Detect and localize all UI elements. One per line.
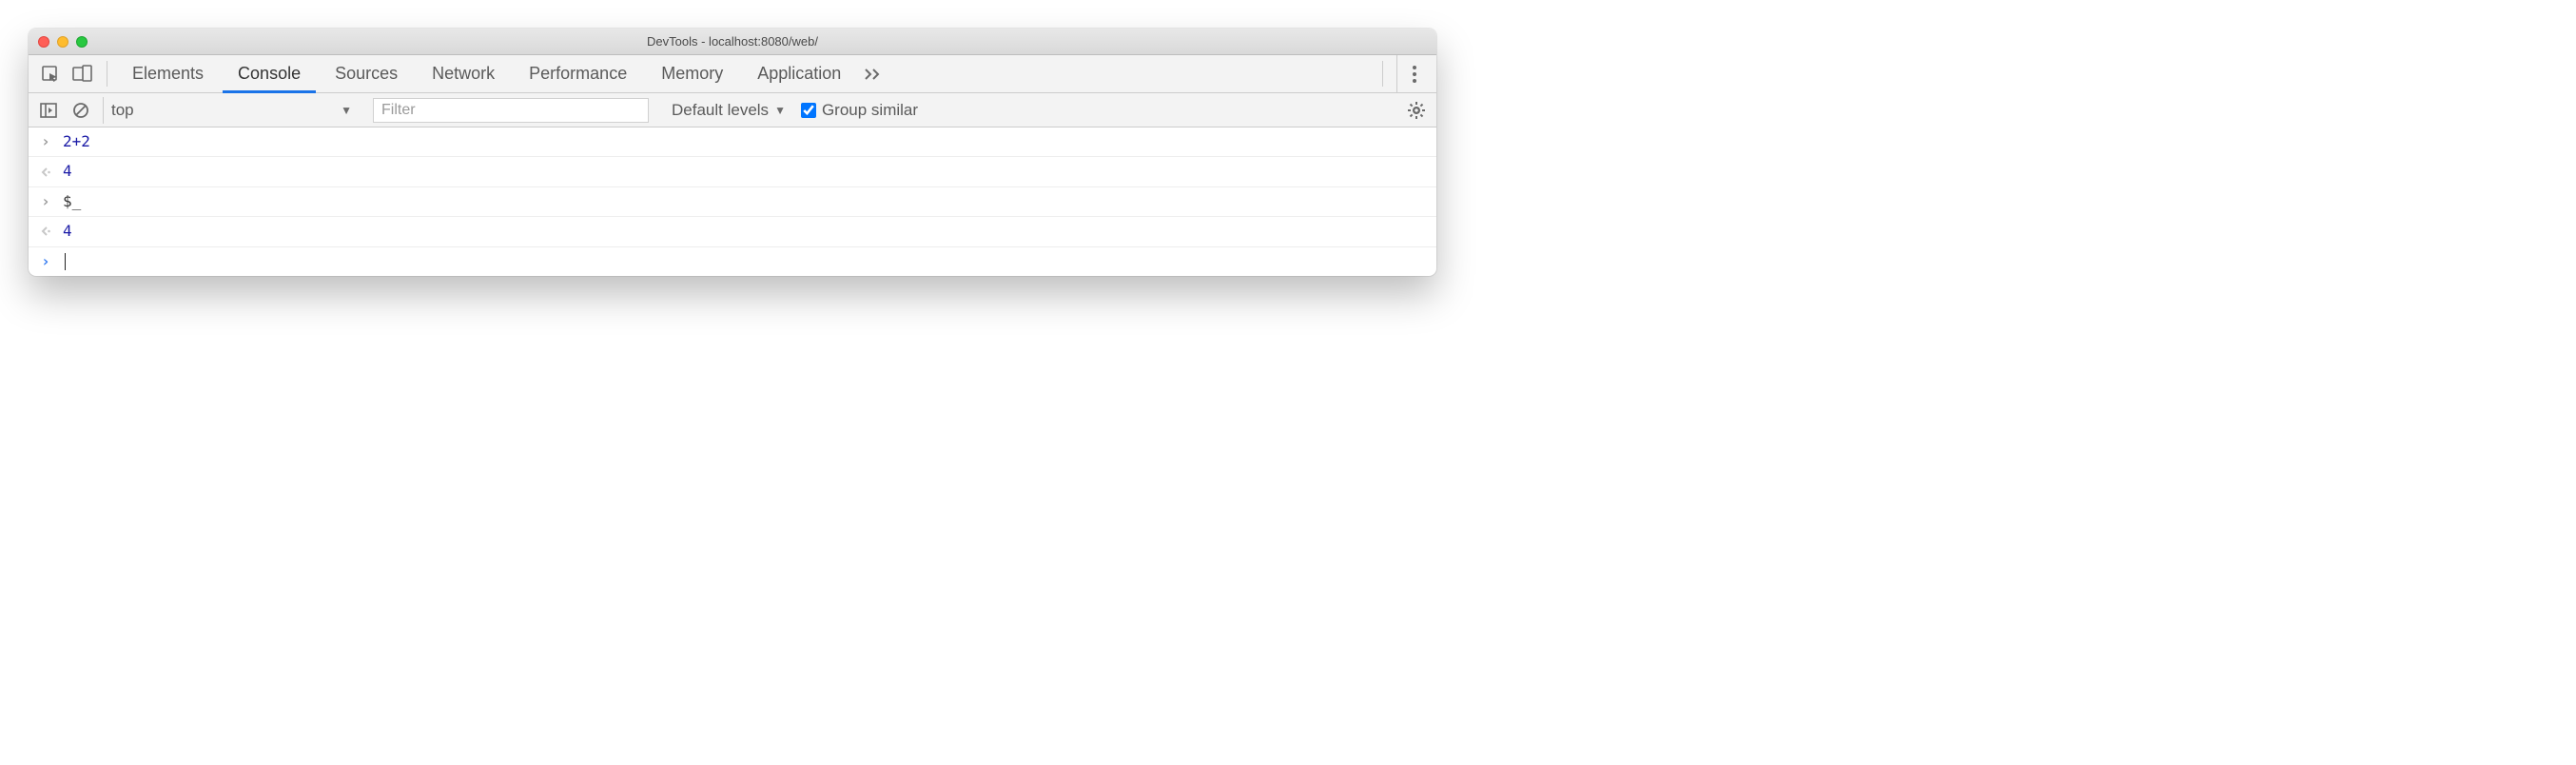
tab-memory[interactable]: Memory	[644, 55, 740, 92]
console-row-content[interactable]	[55, 251, 66, 272]
console-row-prompt: ›	[29, 247, 1436, 276]
tabs-overflow-icon[interactable]	[858, 55, 892, 92]
toggle-console-sidebar-icon[interactable]	[34, 96, 63, 125]
tab-performance[interactable]: Performance	[512, 55, 644, 92]
window-controls	[29, 36, 88, 48]
log-levels-label: Default levels	[672, 101, 769, 120]
console-row-input: ›$_	[29, 187, 1436, 217]
console-row-output: 4	[29, 217, 1436, 246]
minimize-window-button[interactable]	[57, 36, 68, 48]
group-similar-checkbox[interactable]: Group similar	[801, 101, 918, 120]
titlebar: DevTools - localhost:8080/web/	[29, 29, 1436, 55]
console-row-output: 4	[29, 157, 1436, 186]
execution-context-select[interactable]: top ▼	[103, 97, 360, 124]
console-row-content: $_	[55, 191, 81, 212]
close-window-button[interactable]	[38, 36, 49, 48]
inspect-element-icon[interactable]	[34, 55, 67, 92]
output-marker-icon	[36, 226, 55, 237]
prompt-marker-icon: ›	[36, 251, 55, 272]
execution-context-label: top	[111, 101, 134, 120]
output-marker-icon	[36, 167, 55, 178]
devtools-window: DevTools - localhost:8080/web/ ElementsC…	[29, 29, 1436, 276]
log-levels-select[interactable]: Default levels ▼	[672, 101, 786, 120]
text-cursor	[65, 253, 66, 270]
more-menu-icon[interactable]	[1396, 55, 1431, 92]
main-tabbar: ElementsConsoleSourcesNetworkPerformance…	[29, 55, 1436, 93]
console-row-content: 4	[55, 221, 72, 242]
clear-console-icon[interactable]	[67, 96, 95, 125]
group-similar-input[interactable]	[801, 103, 816, 118]
input-marker-icon: ›	[36, 191, 55, 212]
console-row-content: 2+2	[55, 131, 90, 152]
console-row-content: 4	[55, 161, 72, 182]
tab-elements[interactable]: Elements	[115, 55, 221, 92]
device-toolbar-icon[interactable]	[67, 55, 99, 92]
filter-input[interactable]	[373, 98, 649, 123]
tab-application[interactable]: Application	[740, 55, 858, 92]
tab-console[interactable]: Console	[221, 55, 318, 92]
chevron-down-icon: ▼	[341, 104, 352, 117]
console-row-input: ›2+2	[29, 128, 1436, 157]
tab-network[interactable]: Network	[415, 55, 512, 92]
group-similar-label: Group similar	[822, 101, 918, 120]
tab-sources[interactable]: Sources	[318, 55, 415, 92]
zoom-window-button[interactable]	[76, 36, 88, 48]
separator	[1382, 61, 1383, 87]
input-marker-icon: ›	[36, 131, 55, 152]
chevron-down-icon: ▼	[774, 104, 786, 117]
console-output[interactable]: ›2+24›$_4›	[29, 128, 1436, 276]
window-title: DevTools - localhost:8080/web/	[29, 34, 1436, 49]
console-settings-icon[interactable]	[1402, 101, 1431, 120]
console-toolbar: top ▼ Default levels ▼ Group similar	[29, 93, 1436, 128]
